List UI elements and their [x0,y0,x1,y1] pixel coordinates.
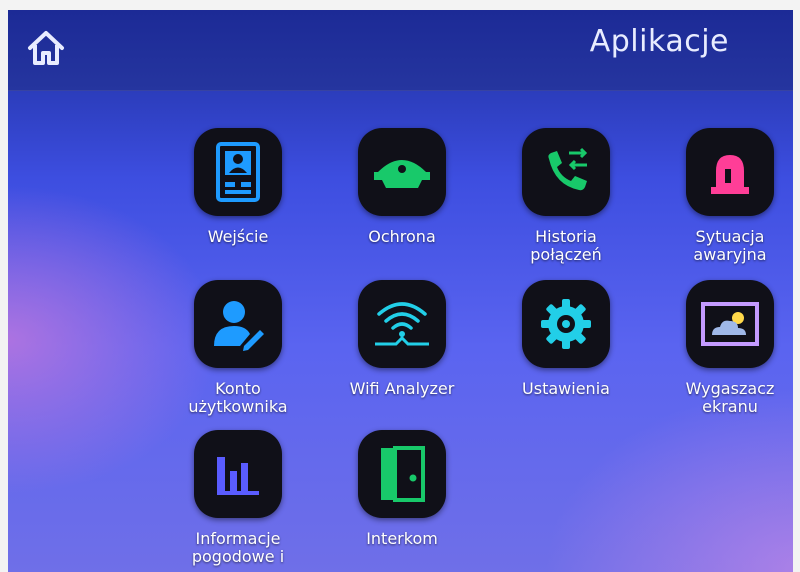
home-button[interactable] [24,26,68,70]
user-account-icon [214,301,264,351]
alarm-siren-icon [711,155,749,194]
intercom-door-icon [381,446,425,502]
app-tile[interactable] [358,430,446,518]
app-label: Wifi Analyzer [349,379,455,398]
app-konto-uzytkownika[interactable]: Konto użytkownika [168,280,308,416]
app-ochrona[interactable]: Ochrona [332,128,472,246]
call-history-icon [548,147,588,191]
app-ustawienia[interactable]: Ustawienia [496,280,636,398]
home-icon [28,31,64,65]
app-tile[interactable] [358,128,446,216]
app-tile[interactable] [358,280,446,368]
app-label: Sytuacja awaryjna [693,227,767,264]
entrance-panel-icon [216,142,260,202]
app-sytuacja-awaryjna[interactable]: Sytuacja awaryjna [660,128,793,264]
app-label: Ochrona [368,227,436,246]
app-historia-polaczen[interactable]: Historia połączeń [496,128,636,264]
app-tile[interactable] [194,280,282,368]
app-tile[interactable] [194,128,282,216]
top-bar: Aplikacje [8,10,793,91]
app-label: Wygaszacz ekranu [685,379,775,416]
app-interkom[interactable]: Interkom [332,430,472,548]
bar-chart-icon [217,457,259,495]
app-label: Konto użytkownika [188,379,288,416]
app-label: Wejście [207,227,269,246]
page-title: Aplikacje [589,24,729,59]
app-label: Interkom [366,529,438,548]
app-label: Ustawienia [522,379,610,398]
screensaver-icon [701,302,759,346]
wifi-icon [375,302,429,346]
app-screen: Aplikacje Wejście Ochrona Historia połąc… [8,10,793,572]
app-informacje-pogodowe[interactable]: Informacje pogodowe i [168,430,308,566]
app-tile[interactable] [686,128,774,216]
app-tile[interactable] [522,280,610,368]
app-label: Informacje pogodowe i [191,529,285,566]
gear-icon [541,299,591,349]
police-cap-icon [374,160,430,188]
app-wygaszacz-ekranu[interactable]: Wygaszacz ekranu [660,280,793,416]
app-label: Historia połączeń [530,227,602,264]
app-tile[interactable] [194,430,282,518]
app-wifi-analyzer[interactable]: Wifi Analyzer [332,280,472,398]
app-tile[interactable] [522,128,610,216]
app-wejscie[interactable]: Wejście [168,128,308,246]
app-tile[interactable] [686,280,774,368]
